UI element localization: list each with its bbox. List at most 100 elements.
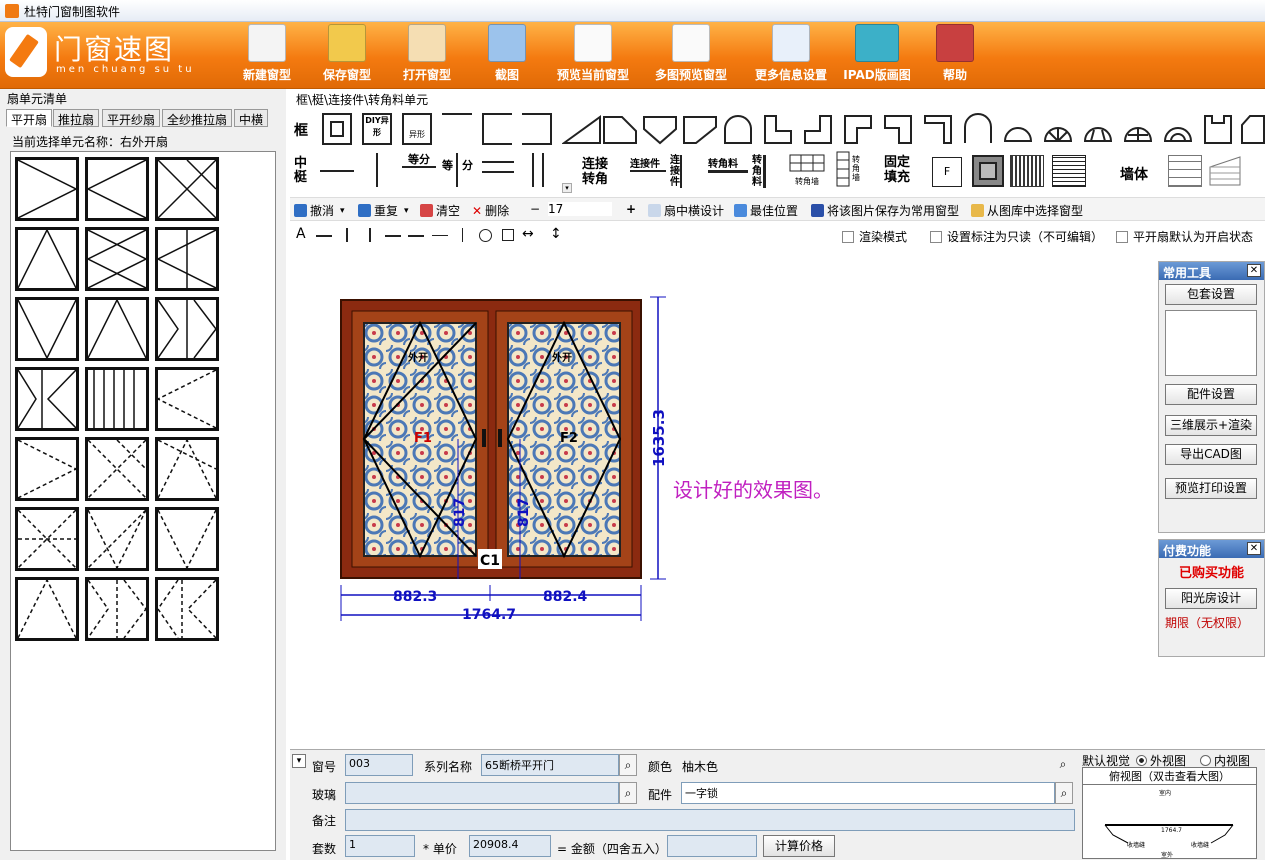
equal-split-h-tool[interactable]: 等分 <box>402 153 436 187</box>
save-as-common-button[interactable]: 将该图片保存为常用窗型 <box>811 202 959 219</box>
notch-frame-tool[interactable] <box>1202 113 1234 145</box>
rect-frame-tool[interactable] <box>322 113 352 145</box>
sunroom-design-button[interactable]: 阳光房设计 <box>1165 588 1257 609</box>
fill-lines-tool[interactable] <box>1052 155 1086 187</box>
sash-unit-4[interactable] <box>15 227 79 291</box>
package-settings-button[interactable]: 包套设置 <box>1165 284 1257 305</box>
fixed-fill-tool[interactable]: 固定填充 <box>884 155 914 185</box>
screenshot-button[interactable]: 截图 <box>486 24 528 83</box>
corner-h-tool[interactable]: 转角料 <box>708 155 748 173</box>
connector-corner-tool[interactable]: 连接转角 <box>582 157 616 187</box>
pentagon-frame-tool[interactable] <box>642 113 678 145</box>
h-dimension-tool[interactable]: ↔ <box>522 226 534 242</box>
open-left-frame-tool[interactable] <box>522 113 552 145</box>
glass-field[interactable] <box>345 782 619 804</box>
sunburst-tool[interactable] <box>1042 113 1074 145</box>
corner-v-tool[interactable]: 转角料 <box>752 155 766 188</box>
open-window-button[interactable]: 打开窗型 <box>398 24 456 83</box>
sash-unit-12[interactable] <box>155 367 219 431</box>
v-dimension-tool[interactable]: ↕ <box>550 226 562 242</box>
series-field[interactable]: 65断桥平开门 <box>481 754 619 776</box>
sash-unit-7[interactable] <box>15 297 79 361</box>
chamfer-frame-tool[interactable] <box>1240 113 1265 145</box>
sets-field[interactable]: 1 <box>345 835 415 857</box>
semicircle-tool[interactable] <box>1002 113 1034 145</box>
diy-shape-tool[interactable]: DIY异形 <box>362 113 392 145</box>
brick-wall-tool[interactable] <box>1168 155 1202 187</box>
glass-search-icon[interactable]: ⌕ <box>619 782 637 804</box>
text-tool[interactable]: A <box>296 226 306 242</box>
print-preview-settings-button[interactable]: 预览打印设置 <box>1165 478 1257 499</box>
line-frame-tool[interactable] <box>442 113 472 117</box>
font-increase-button[interactable]: + <box>626 202 636 216</box>
clear-button[interactable]: 清空 <box>420 202 460 219</box>
sash-unit-9[interactable] <box>155 297 219 361</box>
select-from-library-button[interactable]: 从图库中选择窗型 <box>971 202 1083 219</box>
arrow-right-tool[interactable] <box>385 235 401 237</box>
more-settings-button[interactable]: 更多信息设置 <box>748 24 834 83</box>
fan-tool[interactable] <box>1082 113 1114 145</box>
save-window-button[interactable]: 保存窗型 <box>318 24 376 83</box>
connector-h-tool[interactable]: 连接件 <box>630 155 666 172</box>
wall-tool[interactable]: 墙体 <box>1120 164 1148 184</box>
double-v-mullion-tool[interactable] <box>532 153 544 187</box>
circle-tool[interactable] <box>479 229 492 242</box>
double-h-mullion-tool[interactable] <box>482 161 514 173</box>
readonly-label-checkbox[interactable]: 设置标注为只读（不可编辑） <box>930 228 1103 245</box>
mid-transom-design-button[interactable]: 扇中横设计 <box>648 202 724 219</box>
price-field[interactable]: 20908.4 <box>469 835 551 857</box>
sash-unit-17[interactable] <box>85 507 149 571</box>
skew-frame-tool[interactable] <box>682 113 718 145</box>
3d-render-button[interactable]: 三维展示+渲染 <box>1165 415 1257 436</box>
irregular-shape-tool[interactable]: 异形 <box>402 113 432 145</box>
sash-unit-5[interactable] <box>85 227 149 291</box>
sash-unit-8[interactable] <box>85 297 149 361</box>
undo-button[interactable]: 撤消 ▾ <box>294 202 345 219</box>
arrow-left-tool[interactable] <box>316 235 332 237</box>
arch-cross-tool[interactable] <box>1122 113 1154 145</box>
preview-current-button[interactable]: 预览当前窗型 <box>550 24 636 83</box>
equal-split-v-label[interactable]: 等 <box>442 157 453 173</box>
vline-tool[interactable] <box>462 228 463 242</box>
export-cad-button[interactable]: 导出CAD图 <box>1165 444 1257 465</box>
best-position-button[interactable]: 最佳位置 <box>734 202 798 219</box>
sash-unit-13[interactable] <box>15 437 79 501</box>
amount-field[interactable] <box>667 835 757 857</box>
equal-split-v-tool[interactable] <box>456 153 458 187</box>
h-mullion-tool[interactable] <box>320 170 354 172</box>
sash-unit-14[interactable] <box>85 437 149 501</box>
line-dash-tool[interactable] <box>408 235 424 237</box>
collapse-icon[interactable]: ▾ <box>292 754 306 768</box>
open-right-frame-tool[interactable] <box>482 113 512 145</box>
fill-f-tool[interactable]: F <box>932 157 962 187</box>
fill-grid-tool[interactable] <box>1010 155 1044 187</box>
l-frame-tool[interactable] <box>762 113 794 145</box>
hardware-settings-button[interactable]: 配件设置 <box>1165 384 1257 405</box>
drawing-canvas[interactable]: 外开 外开 F1 F2 C1 817 817 1635.3 882.3 882.… <box>290 249 1158 749</box>
step-mirror-frame-tool[interactable] <box>882 113 914 145</box>
help-button[interactable]: 帮助 <box>934 24 976 83</box>
sash-unit-11[interactable] <box>85 367 149 431</box>
slant-frame-tool[interactable] <box>602 113 638 145</box>
hardware-search-icon[interactable]: ⌕ <box>1055 782 1073 804</box>
sash-unit-6[interactable] <box>155 227 219 291</box>
bracket-frame-tool[interactable] <box>922 113 954 145</box>
corner-wall-v-tool[interactable]: 转角墙 <box>836 151 866 187</box>
tab-casement-screen[interactable]: 平开纱扇 <box>102 109 161 127</box>
trapezoid-frame-tool[interactable] <box>560 113 602 145</box>
arrow-up-tool[interactable] <box>369 228 371 242</box>
connector-v-tool[interactable]: 连接件 <box>670 155 682 188</box>
close-icon[interactable]: ✕ <box>1247 542 1261 555</box>
sash-unit-1[interactable] <box>15 157 79 221</box>
corner-wall-h-tool[interactable]: 转角墙 <box>788 153 826 187</box>
close-icon[interactable]: ✕ <box>1247 264 1261 277</box>
arrow-down-tool[interactable] <box>346 228 348 242</box>
line-tool[interactable] <box>432 235 448 236</box>
render-mode-checkbox[interactable]: 渲染模式 <box>842 228 907 245</box>
sash-unit-10[interactable] <box>15 367 79 431</box>
tab-sliding-sash[interactable]: 推拉扇 <box>53 109 100 127</box>
font-decrease-button[interactable]: − <box>530 202 540 216</box>
sash-unit-16[interactable] <box>15 507 79 571</box>
tab-casement-sash[interactable]: 平开扇 <box>6 109 53 127</box>
calculate-price-button[interactable]: 计算价格 <box>763 835 835 857</box>
